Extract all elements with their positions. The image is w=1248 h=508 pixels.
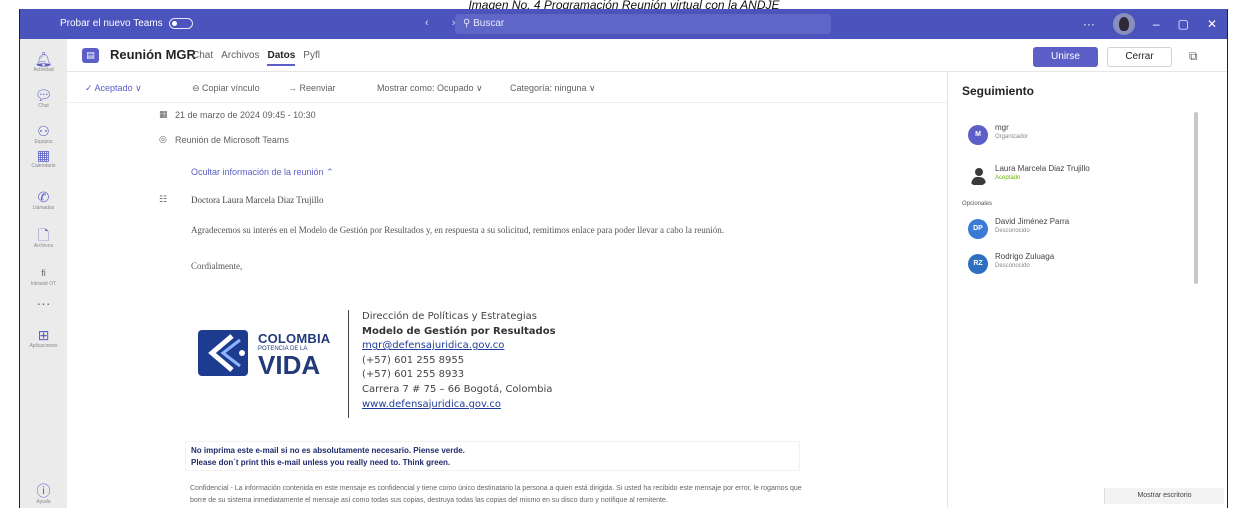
confidential-notice: Confidencial - La información contenida … (190, 485, 802, 504)
attendee-item[interactable]: DP David Jiménez Parra Desconocido (968, 216, 1208, 246)
tab-files[interactable]: Archivos (221, 50, 259, 66)
more-icon: ··· (36, 295, 51, 311)
signature-address: Carrera 7 # 75 – 66 Bogotá, Colombia (362, 383, 553, 395)
signature-email-link[interactable]: mgr@defensajuridica.gov.co (362, 339, 556, 354)
user-avatar[interactable] (1112, 13, 1135, 35)
avatar: M (968, 125, 988, 145)
chat-icon: 💬︎ (34, 87, 53, 103)
app-rail: 🔔︎ Actividad 💬︎ Chat ⚇ Equipos ▦ Calenda… (20, 39, 67, 508)
location-icon: ◎ (159, 134, 167, 144)
attendee-status: Desconocido (995, 263, 1030, 269)
rail-item-calendar[interactable]: ▦ Calendario (20, 147, 67, 170)
tab-details[interactable]: Datos (267, 50, 296, 66)
attendee-name: mgr (995, 123, 1009, 132)
category-dropdown[interactable]: Categoría: ninguna ∨ (510, 83, 596, 94)
signature-department: Dirección de Políticas y Estrategias (362, 311, 537, 322)
optional-section-label: Opcionales (962, 201, 993, 207)
rail-item-help[interactable]: ⓘ Ayuda (20, 483, 67, 506)
tab-chat[interactable]: Chat (192, 50, 213, 66)
meeting-details: ▦ 21 de marzo de 2024 09:45 - 10:30 ◎ Re… (67, 103, 947, 508)
avatar: RZ (968, 254, 988, 274)
email-signature: COLOMBIA POTENCIA DE LA VIDA Dirección d… (192, 304, 632, 418)
toggle-switch[interactable] (168, 18, 193, 29)
close-icon[interactable]: ✕ (1207, 17, 1217, 31)
search-icon: ⚲ (463, 18, 474, 29)
meeting-tabs: Chat Archivos Datos Pyfl (192, 50, 320, 66)
rail-item-teams[interactable]: ⚇ Equipos (20, 123, 67, 146)
attendee-status: Desconocido (995, 228, 1030, 234)
maximize-icon[interactable]: ▢ (1178, 17, 1189, 31)
title-bar: Probar el nuevo Teams ‹ › ⚲ Buscar ··· –… (20, 9, 1227, 39)
file-icon: 🗋 (37, 227, 50, 243)
attendee-item[interactable]: M mgr Organizador (968, 122, 1208, 152)
rail-item-chat[interactable]: 💬︎ Chat (20, 87, 67, 110)
rail-item-calls[interactable]: ✆ Llamadas (20, 189, 67, 212)
scrollbar[interactable] (1194, 112, 1198, 284)
popout-icon[interactable]: ⧉ (1189, 49, 1198, 64)
colombia-logo-mark (198, 330, 248, 376)
tab-pyfl[interactable]: Pyfl (303, 50, 320, 66)
new-teams-toggle[interactable]: Probar el nuevo Teams (60, 18, 193, 29)
search-input[interactable]: ⚲ Buscar (455, 14, 831, 34)
search-placeholder: Buscar (473, 18, 505, 29)
calendar-icon: ▦ (159, 109, 168, 119)
teams-icon: ⚇ (37, 123, 50, 139)
avatar (968, 166, 988, 186)
more-options-icon[interactable]: ··· (1083, 17, 1095, 31)
signature-phone-1: (+57) 601 255 8955 (362, 354, 465, 366)
calendar-icon: ▤ (82, 48, 99, 63)
rail-item-activity[interactable]: 🔔︎ Actividad (20, 51, 67, 74)
signature-details: Dirección de Políticas y Estrategias Mod… (362, 310, 556, 412)
rail-item-apps[interactable]: ⊞ Aplicaciones (20, 327, 67, 350)
meeting-toolbar: ✓ Aceptado ∨ ⊖ Copiar vínculo → Reenviar… (67, 72, 947, 103)
rail-item-more[interactable]: ··· (20, 295, 67, 311)
tracking-pane: Seguimiento M mgr Organizador Laura Marc… (947, 72, 1227, 508)
show-desktop-button[interactable]: Mostrar escritorio (1104, 488, 1224, 504)
signature-phone-2: (+57) 601 255 8933 (362, 369, 465, 381)
signature-web-link[interactable]: www.defensajuridica.gov.co (362, 398, 556, 413)
rail-item-intranet[interactable]: fi Intranet OT (20, 265, 67, 288)
attendee-item[interactable]: Laura Marcela Diaz Trujillo Aceptado (968, 163, 1208, 193)
accepted-dropdown[interactable]: ✓ Aceptado ∨ (85, 83, 142, 94)
signature-divider (348, 310, 349, 418)
forward-button[interactable]: → Reenviar (288, 83, 336, 93)
attendee-status: Organizador (995, 134, 1029, 140)
meeting-title: Reunión MGR (110, 47, 196, 62)
join-button[interactable]: Unirse (1033, 47, 1098, 67)
attendee-name: Laura Marcela Diaz Trujillo (995, 164, 1090, 173)
copy-link-button[interactable]: ⊖ Copiar vínculo (192, 83, 260, 94)
avatar: DP (968, 219, 988, 239)
phone-icon: ✆ (37, 189, 50, 205)
attendee-name: David Jiménez Parra (995, 217, 1070, 226)
closing: Cordialmente, (191, 261, 243, 271)
close-button[interactable]: Cerrar (1107, 47, 1172, 67)
show-as-dropdown[interactable]: Mostrar como: Ocupado ∨ (377, 83, 483, 94)
calendar-icon: ▦ (36, 147, 51, 163)
meeting-date: 21 de marzo de 2024 09:45 - 10:30 (175, 110, 316, 120)
greeting: Doctora Laura Marcela Diaz Trujillo (191, 195, 324, 205)
attendee-name: Rodrigo Zuluaga (995, 252, 1055, 261)
app-icon: fi (41, 268, 46, 278)
signature-program: Modelo de Gestión por Resultados (362, 325, 556, 337)
meeting-location: Reunión de Microsoft Teams (175, 135, 289, 145)
minimize-icon[interactable]: – (1153, 17, 1160, 31)
bell-icon: 🔔︎ (34, 51, 53, 67)
attendee-status: Aceptado (995, 175, 1021, 181)
help-icon: ⓘ (36, 483, 51, 499)
tracking-title: Seguimiento (962, 84, 1035, 98)
hide-info-link[interactable]: Ocultar información de la reunión ⌃ (191, 167, 334, 178)
colombia-logo-text: COLOMBIA POTENCIA DE LA VIDA (258, 331, 331, 380)
teams-window: Probar el nuevo Teams ‹ › ⚲ Buscar ··· –… (19, 9, 1228, 508)
meeting-header: ▤ Reunión MGR Chat Archivos Datos Pyfl U… (67, 39, 1227, 72)
body-text: Agradecemos su interés en el Modelo de G… (191, 225, 724, 235)
details-text-icon: ☷ (159, 194, 168, 204)
attendee-item[interactable]: RZ Rodrigo Zuluaga Desconocido (968, 251, 1208, 281)
apps-icon: ⊞ (37, 327, 50, 343)
print-notice: No imprima este e-mail si no es absoluta… (185, 441, 800, 471)
new-teams-label: Probar el nuevo Teams (60, 18, 163, 29)
rail-item-files[interactable]: 🗋 Archivos (20, 227, 67, 250)
